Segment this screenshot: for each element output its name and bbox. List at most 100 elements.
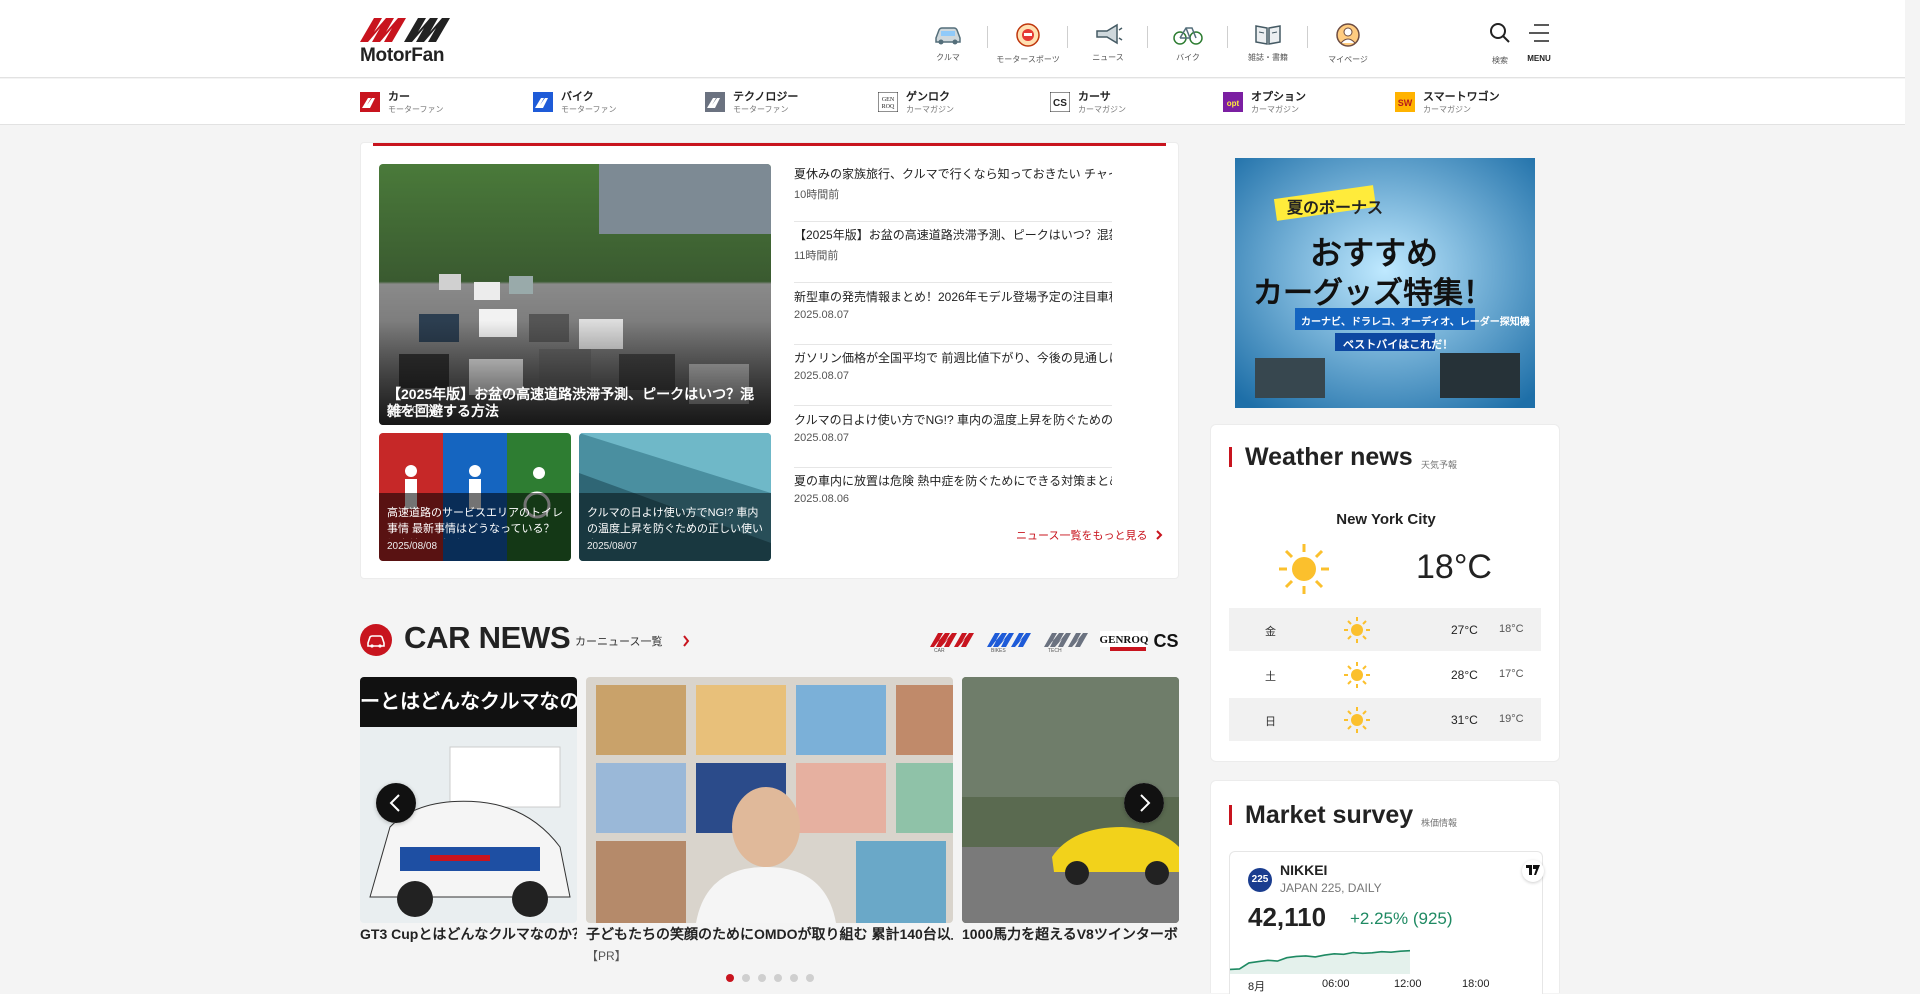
subnav-item-sub: モーターファン [561,105,617,114]
feature-small-date: 2025/08/08 [387,541,438,552]
subnav-item-tech[interactable]: テクノロジー モーターファン [705,88,865,116]
slider-dot[interactable] [726,974,734,982]
forecast-low: 18°C [1499,623,1524,635]
media-logo-strip: CAR BIKES TECH GENROQ CS [928,627,1180,658]
subnav-item-title: テクノロジー [733,91,799,103]
feature-small-article[interactable]: クルマの日よけ使い方でNG!? 車内の温度上昇を防ぐための正しい使い方とは 20… [579,433,771,561]
slider-next-button[interactable] [1124,783,1164,823]
nikkei-value: 42,110 [1248,902,1327,932]
feature-main-article[interactable]: 【2025年版】お盆の高速道路渋滞予測、ピークはいつ？混雑を回避する方法 202… [379,164,771,425]
feature-accent-bar [373,143,1166,146]
chevron-right-icon [1155,530,1162,540]
nav-magazines[interactable]: 雑誌・書籍 [1228,22,1308,72]
genroq-logo: GENROQ [1100,631,1149,651]
weather-forecast-row: 土 28°C 17°C [1229,653,1541,696]
nav-car[interactable]: クルマ [908,22,988,72]
news-more-label: ニュース一覧をもっと見る [1016,530,1148,542]
feature-small-article[interactable]: 高速道路のサービスエリアのトイレ事情 最新事情はどうなっている？ 調査結果を紹介… [379,433,571,561]
news-list-item[interactable]: 新型車の発売情報まとめ！2026年モデル登場予定の注目車種を一挙紹介！待ち遠しい… [794,284,1112,345]
news-list-item[interactable]: 【2025年版】お盆の高速道路渋滞予測、ピークはいつ？混雑を回避する方法 11時… [794,222,1112,283]
motorfan-tech-logo: TECH [1044,633,1088,654]
news-list-item[interactable]: ガソリン価格が全国平均で 前週比値下がり、今後の見通しは 2025.08.07 [794,345,1112,406]
svg-text:CS: CS [1153,631,1178,651]
nikkei-sparkline [1230,949,1410,974]
forecast-high: 28°C [1451,668,1478,682]
slide-caption[interactable]: GT3 Cupとはどんなクルマなのか？徹底解説 [360,924,577,944]
subnav-item-cs[interactable]: CS カーサ カーマガジン [1050,88,1210,116]
news-title: ガソリン価格が全国平均で 前週比値下がり、今後の見通しは [794,351,1112,365]
slider-dot[interactable] [758,974,766,982]
news-list-item[interactable]: クルマの日よけ使い方でNG!? 車内の温度上昇を防ぐための正しい使い方とは 20… [794,407,1112,468]
subnav-item-title: スマートワゴン [1423,91,1500,103]
nav-magazines-label: 雑誌・書籍 [1248,53,1288,62]
book-icon [1255,25,1281,45]
search-button[interactable]: 検索 [1485,22,1515,68]
chevron-right-icon [1124,783,1164,823]
subnav-item-title: カー [388,91,410,103]
slide-banner-text: ーとはどんなクルマなのか? [360,691,577,713]
slider-prev-button[interactable] [376,783,416,823]
news-list-item[interactable]: 夏の車内に放置は危険 熱中症を防ぐためにできる対策まとめ 2025.08.06 [794,468,1112,529]
motorfan-tech-logo [705,92,725,112]
feature-small-date: 2025/08/07 [587,541,638,552]
subnav-item-car[interactable]: カー モーターファン [360,88,520,116]
nav-news-label: ニュース [1092,53,1124,62]
nav-motorsports[interactable]: モータースポーツ [988,22,1068,72]
news-list-item[interactable]: 夏休みの家族旅行、クルマで行くなら知っておきたい チャイルドシートの正しい付け方… [794,161,1112,222]
news-date: 11時間前 [794,250,839,262]
sun-icon [1344,707,1370,733]
slide-caption[interactable]: 子どもたちの笑顔のためにOMDOが取り組む 累計140台以上の支援車両を届けた活… [586,924,953,944]
sun-icon [1279,544,1329,594]
subnav-item-sw[interactable]: SW スマートワゴン カーマガジン [1395,88,1555,116]
news-more-link[interactable]: ニュース一覧をもっと見る [1016,527,1163,543]
car-news-sub-label: カーニュース一覧 [575,636,663,648]
svg-text:BIKES: BIKES [991,648,1006,653]
nikkei-widget[interactable]: 225 NIKKEI JAPAN 225, DAILY 42,110 +2.25… [1229,851,1544,994]
news-date: 2025.08.07 [794,309,850,321]
nav-news[interactable]: ニュース [1068,22,1148,72]
nav-mypage[interactable]: マイページ [1308,22,1388,72]
car-icon [367,635,385,648]
slider-dot[interactable] [774,974,782,982]
svg-text:GEN: GEN [882,97,895,103]
logo-text: MotorFan [360,45,445,66]
subnav-item-title: カーサ [1078,91,1111,103]
news-date: 2025.08.07 [794,370,850,382]
motorfan-logo-mark [360,18,450,42]
weather-forecast-row: 日 31°C 19°C [1229,698,1541,741]
car-news-slide[interactable] [586,677,953,923]
subnav-item-genroq[interactable]: GEN ROQ ゲンロク カーマガジン [878,88,1038,116]
car-news-list-link[interactable]: カーニュース一覧 [575,633,690,649]
chevron-left-icon [376,783,416,823]
slider-dot[interactable] [742,974,750,982]
user-icon [1336,23,1360,47]
sw-logo: SW [1395,92,1415,112]
slider-dot[interactable] [790,974,798,982]
subnav-item-bikes[interactable]: バイク モーターファン [533,88,693,116]
ad-banner[interactable]: 夏のボーナス おすすめ カーグッズ特集！ カーナビ、ドラレコ、オーディオ、レーダ… [1235,158,1535,408]
nav-bike[interactable]: バイク [1148,22,1228,72]
news-title: クルマの日よけ使い方でNG!? 車内の温度上昇を防ぐための正しい使い方とは [794,413,1112,427]
news-title: 夏休みの家族旅行、クルマで行くなら知っておきたい チャイルドシートの正しい付け方 [794,167,1112,181]
tradingview-icon[interactable] [1522,860,1544,882]
feature-main-date: 2025/08/08 [387,405,438,416]
nav-car-label: クルマ [936,53,960,62]
subnav-item-option[interactable]: opt オプション カーマガジン [1223,88,1383,116]
nikkei-name: NIKKEI [1280,862,1328,878]
news-title: 新型車の発売情報まとめ！2026年モデル登場予定の注目車種を一挙紹介！待ち遠しい… [794,290,1112,304]
slider-dot[interactable] [806,974,814,982]
subnav-item-title: バイク [561,91,594,103]
market-axis-label: 06:00 [1322,978,1350,990]
ad-text: カーナビ、ドラレコ、オーディオ、レーダー探知機 [1301,317,1530,328]
motorfan-logo[interactable]: MotorFan [360,12,452,66]
slide-caption[interactable]: 1000馬力を超えるV8ツインターボを搭載した新型スーパーカー 登場 [962,924,1179,944]
subnav-item-sub: カーマガジン [906,105,954,114]
media-subnav: カー モーターファン バイク モーターファン テクノロジー モーターファン GE… [0,79,1905,125]
feature-small-caption: クルマの日よけ使い方でNG!? 車内の温度上昇を防ぐための正しい使い方とは [587,507,763,535]
car-news-title: CAR NEWS [404,620,571,655]
svg-text:CS: CS [1053,98,1067,109]
menu-button[interactable]: MENU [1520,22,1558,68]
cs-logo: CS [1153,631,1178,651]
hamburger-icon [1529,24,1549,42]
weather-forecast-row: 金 27°C 18°C [1229,608,1541,651]
